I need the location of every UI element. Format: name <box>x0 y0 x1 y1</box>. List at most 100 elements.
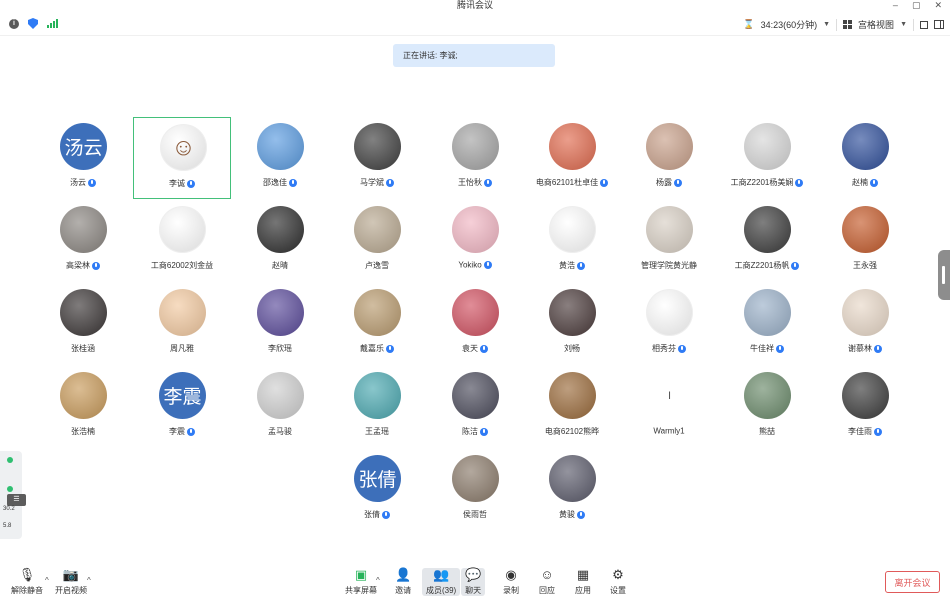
avatar <box>354 289 401 336</box>
participant-tile[interactable]: 工商Z2201杨美娴 <box>718 117 816 199</box>
participant-name: 工商62002刘金益 <box>150 261 214 270</box>
participant-name: 王怡秋 <box>458 178 482 187</box>
participant-tile[interactable]: 邵逸佳 <box>231 117 329 199</box>
chevron-down-icon[interactable]: ▼ <box>823 21 830 28</box>
mic-icon <box>92 261 100 270</box>
participant-tile[interactable]: 黄浩 <box>523 200 621 282</box>
participant-tile[interactable]: I Warmly1 <box>620 366 718 448</box>
participant-tile[interactable]: 戴嘉乐 <box>328 283 426 365</box>
participant-tile[interactable]: 周凡雅 <box>133 283 231 365</box>
participant-tile[interactable]: 袁天 <box>426 283 524 365</box>
participant-tile[interactable]: 工商Z2201杨帆 <box>718 200 816 282</box>
list-icon[interactable]: ☰ <box>7 494 26 506</box>
participant-tile[interactable]: 李震 李震 <box>133 366 231 448</box>
avatar <box>549 372 596 419</box>
chat-button[interactable]: 💬 聊天 <box>461 568 486 596</box>
participant-tile[interactable]: 卢逸雪 <box>328 200 426 282</box>
avatar <box>452 372 499 419</box>
participant-name: 孟马骏 <box>268 427 292 436</box>
video-label: 开启视频 <box>55 586 87 595</box>
speaking-indicator: 正在讲话: 李诚; <box>393 44 555 67</box>
participant-nameline: 熊喆 <box>718 426 816 437</box>
participant-tile[interactable]: 谢慕林 <box>816 283 914 365</box>
unmute-button[interactable]: 🎙 解除静音 <box>11 568 43 596</box>
participant-tile[interactable]: 汤云 汤云 <box>34 117 132 199</box>
participant-tile[interactable]: 刘畅 <box>523 283 621 365</box>
participant-tile[interactable]: 张倩 张倩 <box>328 449 426 531</box>
participant-tile[interactable]: 赵晴 <box>231 200 329 282</box>
participant-nameline: 卢逸雪 <box>328 260 426 271</box>
participant-tile[interactable]: 王孟瑶 <box>328 366 426 448</box>
leave-meeting-button[interactable]: 离开会议 <box>885 571 940 593</box>
shield-icon[interactable] <box>28 18 38 29</box>
participant-tile[interactable]: 侯雨哲 <box>426 449 524 531</box>
participant-nameline: 马学斌 <box>328 177 426 188</box>
participant-tile[interactable]: 黄骏 <box>523 449 621 531</box>
minimize-button[interactable]: – <box>893 0 898 11</box>
start-video-button[interactable]: 📷 开启视频 <box>55 568 87 596</box>
info-icon[interactable]: i <box>9 18 19 29</box>
chevron-up-icon[interactable]: ^ <box>87 576 91 585</box>
participant-tile[interactable]: 高梁林 <box>34 200 132 282</box>
network-stats-panel[interactable]: ☰ 30.2 5.8 <box>0 451 26 539</box>
sidebar-toggle-icon[interactable] <box>934 20 944 29</box>
participant-tile[interactable]: 马学斌 <box>328 117 426 199</box>
signal-icon[interactable] <box>47 19 58 28</box>
participant-tile[interactable]: 陈洁 <box>426 366 524 448</box>
participant-nameline: 李震 <box>133 426 231 437</box>
participant-tile[interactable]: 孟马骏 <box>231 366 329 448</box>
participant-tile[interactable]: 电商62102熊晔 <box>523 366 621 448</box>
members-button[interactable]: 👥 成员(39) <box>422 568 461 596</box>
meeting-timer[interactable]: 34:23(60分钟) <box>761 18 818 31</box>
participant-tile[interactable]: 李佳雨 <box>816 366 914 448</box>
participant-name: 工商Z2201杨帆 <box>734 261 790 270</box>
chevron-down-icon[interactable]: ▼ <box>900 21 907 28</box>
participant-tile[interactable]: 相秀芬 <box>620 283 718 365</box>
side-panel-handle[interactable] <box>938 250 950 300</box>
participant-tile[interactable]: 张浩楠 <box>34 366 132 448</box>
participant-nameline: 戴嘉乐 <box>328 343 426 354</box>
invite-button[interactable]: 👤 邀请 <box>395 568 411 596</box>
participant-tile[interactable]: Yokiko <box>426 200 524 282</box>
window-controls: – ▢ ✕ <box>893 0 942 11</box>
participant-tile[interactable]: 张桂涵 <box>34 283 132 365</box>
mic-icon <box>600 178 609 187</box>
restore-button[interactable]: ▢ <box>912 0 921 11</box>
participant-tile[interactable]: 李欣瑶 <box>231 283 329 365</box>
layout-view-select[interactable]: 宫格视图 <box>858 18 894 31</box>
participant-tile[interactable]: 杨露 <box>620 117 718 199</box>
meeting-controls-right: ⌛ 34:23(60分钟) ▼ 宫格视图 ▼ <box>743 18 944 31</box>
participant-nameline: 杨露 <box>620 177 718 188</box>
participant-tile[interactable]: 王永强 <box>816 200 914 282</box>
mic-icon <box>483 260 492 269</box>
participant-tile[interactable]: 赵楠 <box>816 117 914 199</box>
record-button[interactable]: ◉ 录制 <box>503 568 519 596</box>
avatar: ☺ <box>160 124 207 171</box>
members-label: 成员(39) <box>426 586 457 595</box>
fullscreen-icon[interactable] <box>920 20 928 29</box>
chevron-up-icon[interactable]: ^ <box>376 576 380 585</box>
mic-icon <box>577 510 585 519</box>
participant-tile[interactable]: 工商62002刘金益 <box>133 200 231 282</box>
settings-label: 设置 <box>610 586 626 595</box>
participant-tile[interactable]: ☺ 李诚 <box>133 117 231 199</box>
close-button[interactable]: ✕ <box>934 0 942 11</box>
participant-tile[interactable]: 电商62101杜卓佳 <box>523 117 621 199</box>
avatar <box>842 206 889 253</box>
participant-nameline: 邵逸佳 <box>231 177 329 188</box>
participant-name: 戴嘉乐 <box>360 344 384 353</box>
mic-icon <box>870 178 878 187</box>
chevron-up-icon[interactable]: ^ <box>45 576 49 585</box>
participant-tile[interactable]: 熊喆 <box>718 366 816 448</box>
avatar <box>452 123 499 170</box>
react-label: 回应 <box>539 586 555 595</box>
react-button[interactable]: ☺ 回应 <box>539 568 555 596</box>
mic-icon <box>289 178 297 187</box>
apps-button[interactable]: ▦ 应用 <box>575 568 591 596</box>
settings-button[interactable]: ⚙ 设置 <box>610 568 626 596</box>
share-screen-button[interactable]: ▣ 共享屏幕 <box>345 568 377 596</box>
participant-nameline: 工商Z2201杨帆 <box>718 260 816 271</box>
participant-tile[interactable]: 管理学院黄光静 <box>620 200 718 282</box>
participant-tile[interactable]: 牛佳祥 <box>718 283 816 365</box>
participant-tile[interactable]: 王怡秋 <box>426 117 524 199</box>
